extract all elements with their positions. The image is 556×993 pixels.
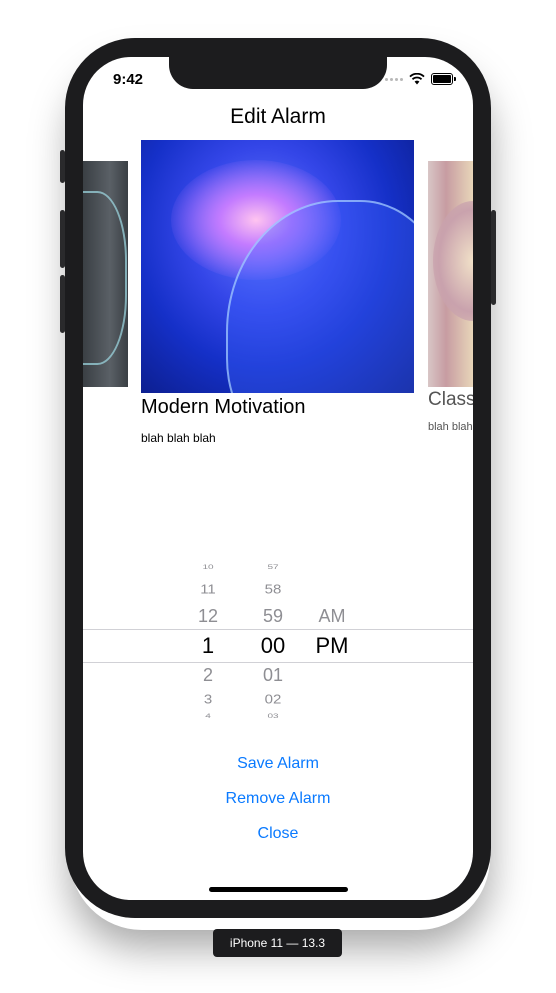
battery-icon xyxy=(431,73,456,85)
volume-up-button xyxy=(60,210,65,268)
picker-cell-selected: PM xyxy=(315,633,349,658)
card-subtitle: blah blah blah xyxy=(141,431,216,445)
picker-cell: AM xyxy=(318,606,346,626)
screen: 9:42 Edit Alarm Modern Motivation blah b… xyxy=(83,57,473,900)
picker-cell-selected: 1 xyxy=(201,633,215,658)
wifi-icon xyxy=(409,73,425,85)
picker-cell: 12 xyxy=(197,606,219,626)
time-picker[interactable]: 10 11 12 1 2 3 4 57 58 59 00 01 02 03 AM… xyxy=(83,557,473,727)
volume-down-button xyxy=(60,275,65,333)
period-column[interactable]: AM PM xyxy=(309,557,355,727)
home-indicator[interactable] xyxy=(209,887,348,892)
card-image-brain[interactable] xyxy=(141,140,414,393)
hour-column[interactable]: 10 11 12 1 2 3 4 xyxy=(183,557,233,727)
picker-cell: 11 xyxy=(200,582,216,597)
next-card-subtitle: blah blah xyxy=(428,421,473,433)
picker-cell: 57 xyxy=(267,564,279,571)
picker-cell: 02 xyxy=(264,692,282,707)
picker-cell: 10 xyxy=(202,564,214,571)
device-label: iPhone 11 — 13.3 xyxy=(213,929,342,957)
picker-cell: 59 xyxy=(262,606,284,626)
card-title: Modern Motivation xyxy=(141,396,306,418)
next-card-image[interactable] xyxy=(428,161,473,387)
page-title: Edit Alarm xyxy=(230,105,326,128)
status-icons xyxy=(385,73,456,85)
save-alarm-button[interactable]: Save Alarm xyxy=(83,755,473,773)
previous-card-image[interactable] xyxy=(83,161,128,387)
signal-icon xyxy=(385,77,403,81)
picker-cell: 3 xyxy=(203,692,213,707)
picker-cell: 2 xyxy=(202,665,213,685)
next-card-title: Class xyxy=(428,389,473,410)
picker-cell: 03 xyxy=(267,713,279,720)
remove-alarm-button[interactable]: Remove Alarm xyxy=(83,790,473,808)
picker-cell-selected: 00 xyxy=(260,633,286,658)
notch xyxy=(169,57,387,89)
mute-switch xyxy=(60,150,65,183)
close-button[interactable]: Close xyxy=(83,825,473,843)
status-time: 9:42 xyxy=(113,71,144,88)
power-button xyxy=(491,210,496,305)
picker-cell: 01 xyxy=(262,665,284,685)
minute-column[interactable]: 57 58 59 00 01 02 03 xyxy=(248,557,298,727)
picker-cell: 4 xyxy=(205,713,211,720)
picker-cell: 58 xyxy=(264,582,282,597)
